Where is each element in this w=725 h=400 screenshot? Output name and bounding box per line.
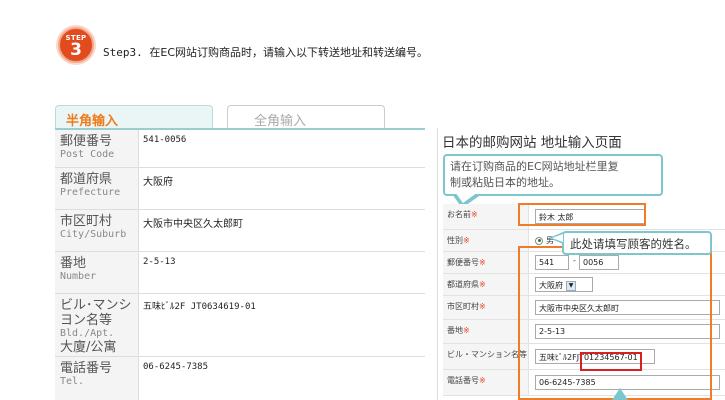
callout-tail-inner — [455, 192, 478, 203]
street-number-value[interactable]: 2-5-13 — [139, 252, 425, 293]
post-code-value[interactable]: 541-0056 — [139, 130, 425, 167]
required-mark: ※ — [479, 280, 486, 289]
street-field-label: 番地 — [447, 326, 463, 335]
table-row: 郵便番号 Post Code 541-0056 — [55, 130, 425, 168]
row-label-jp-cont: ヨン名等 — [60, 313, 113, 328]
row-label-jp: 市区町村 — [60, 214, 113, 229]
row-label-en: Prefecture — [60, 187, 121, 198]
tab-full-width-input[interactable]: 全角输入 — [227, 105, 385, 129]
transfer-number-highlight-box — [580, 352, 642, 371]
prefecture-value[interactable]: 大阪府 — [139, 168, 425, 209]
tab-full-width-label: 全角输入 — [254, 114, 307, 129]
row-label-zh: 大廈/公寓 — [60, 340, 117, 355]
city-field-label: 市区町村 — [447, 302, 479, 311]
copy-paste-hint-callout: 请在订购商品的EC网站地址栏里复 制或粘贴日本的地址。 — [443, 154, 663, 196]
name-field-label: お名前 — [447, 210, 471, 219]
step-instruction: Step3. 在EC网站订购商品时，请输入以下转送地址和转送编号。 — [103, 44, 428, 60]
zip-field-label: 郵便番号 — [447, 258, 479, 267]
required-mark: ※ — [463, 326, 470, 335]
radio-selected-icon — [535, 236, 543, 245]
hint-line-1: 请在订购商品的EC网站地址栏里复 — [450, 160, 619, 173]
row-label-en: Post Code — [60, 149, 115, 160]
step-label: Step3. — [103, 46, 143, 59]
hint-line-2: 制或粘贴日本的地址。 — [450, 176, 560, 189]
example-panel-title: 日本的邮购网站 地址输入页面 — [442, 135, 622, 151]
tab-half-width-input[interactable]: 半角输入 — [55, 105, 213, 129]
row-label-jp: 郵便番号 — [60, 134, 113, 149]
tel-field-label: 電話番号 — [447, 376, 479, 385]
phone-value[interactable]: 06-6245-7385 — [139, 357, 425, 400]
table-row: ビル･マンシ ヨン名等 Bld./Apt. 大廈/公寓 五味ﾋﾞﾙ2F JT06… — [55, 294, 425, 357]
name-hint-text: 此处请填写顾客的姓名。 — [570, 237, 697, 251]
required-mark: ※ — [479, 258, 486, 267]
name-highlight-box — [518, 203, 646, 226]
step-instruction-text: 在EC网站订购商品时，请输入以下转送地址和转送编号。 — [149, 46, 429, 59]
row-label-jp: ビル･マンシ — [60, 298, 132, 313]
address-table: 郵便番号 Post Code 541-0056 都道府県 Prefecture 大阪… — [55, 128, 425, 400]
table-row: 都道府県 Prefecture 大阪府 — [55, 168, 425, 210]
pref-field-label: 都道府県 — [447, 280, 479, 289]
city-value[interactable]: 大阪市中央区久太郎町 — [139, 210, 425, 251]
name-hint-callout: 此处请填写顾客的姓名。 — [562, 231, 712, 255]
table-row: 市区町村 City/Suburb 大阪市中央区久太郎町 — [55, 210, 425, 252]
required-mark: ※ — [479, 376, 486, 385]
building-value[interactable]: 五味ﾋﾞﾙ2F JT0634619-01 — [139, 294, 425, 356]
row-label-en: Tel. — [60, 376, 85, 387]
tab-half-width-label: 半角输入 — [66, 114, 119, 129]
address-highlight-box — [518, 246, 712, 400]
callout-tail-icon — [612, 388, 628, 400]
required-mark: ※ — [463, 236, 470, 245]
callout-tail-inner — [552, 234, 563, 242]
row-label-en: City/Suburb — [60, 229, 127, 240]
building-field-label: ビル・マンション名等 — [447, 350, 527, 359]
table-row: 番地 Number 2-5-13 — [55, 252, 425, 294]
required-mark: ※ — [479, 302, 486, 311]
row-label-en: Bld./Apt. — [60, 328, 115, 339]
step-badge-icon: STEP 3 — [58, 27, 94, 63]
required-mark: ※ — [471, 210, 478, 219]
gender-field-label: 性別 — [447, 236, 463, 245]
step-badge-number: 3 — [70, 40, 82, 60]
row-label-jp: 都道府県 — [60, 172, 113, 187]
row-label-jp: 電話番号 — [60, 361, 113, 376]
table-row: 電話番号 Tel. 06-6245-7385 — [55, 357, 425, 400]
row-label-jp: 番地 — [60, 256, 87, 271]
row-label-en: Number — [60, 271, 97, 282]
